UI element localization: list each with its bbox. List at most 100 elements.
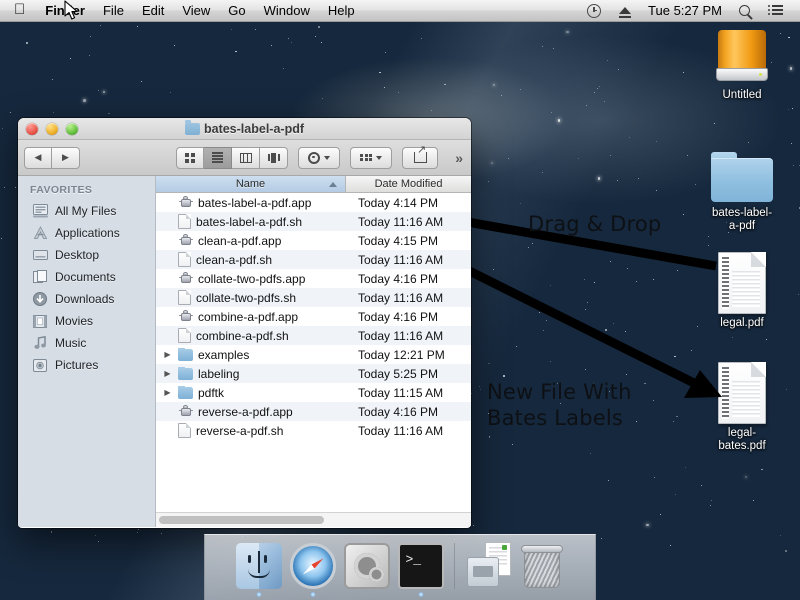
finder-title-bar[interactable]: bates-label-a-pdf (18, 118, 471, 140)
forward-button[interactable]: ▶ (52, 146, 80, 169)
dock-item-trash[interactable] (519, 543, 565, 589)
sidebar-item-downloads[interactable]: Downloads (18, 288, 155, 310)
arrange-icon (360, 153, 372, 162)
disclosure-triangle-icon[interactable]: ▶ (162, 369, 173, 378)
spotlight-search-icon[interactable] (730, 0, 759, 22)
close-button[interactable] (26, 122, 38, 135)
sidebar-item-music[interactable]: Music (18, 332, 155, 354)
shell-script-icon (178, 328, 191, 343)
share-button[interactable] (402, 145, 438, 169)
cell-name: reverse-a-pdf.sh (156, 423, 346, 438)
toolbar-overflow-button[interactable]: » (455, 150, 465, 166)
menu-item-view[interactable]: View (173, 0, 219, 22)
sidebar-item-desktop[interactable]: Desktop (18, 244, 155, 266)
table-row[interactable]: reverse-a-pdf.sh Today 11:16 AM (156, 421, 471, 440)
table-row[interactable]: bates-label-a-pdf.sh Today 11:16 AM (156, 212, 471, 231)
automator-app-icon (178, 233, 193, 248)
minimize-button[interactable] (46, 122, 58, 135)
dock-item-terminal[interactable]: >_ (397, 543, 444, 597)
file-name: reverse-a-pdf.sh (196, 423, 284, 438)
cell-name: ▶ pdftk (156, 385, 346, 400)
sidebar-item-documents[interactable]: Documents (18, 266, 155, 288)
gear-icon (308, 151, 320, 164)
table-row[interactable]: ▶ labeling Today 5:25 PM (156, 364, 471, 383)
sidebar-item-label: Music (55, 336, 87, 350)
table-row[interactable]: ▶ examples Today 12:21 PM (156, 345, 471, 364)
notification-center-icon[interactable] (759, 0, 792, 22)
disclosure-triangle-icon[interactable]: ▶ (162, 388, 173, 397)
coverflow-view-button[interactable] (260, 146, 288, 169)
dock-item-finder[interactable] (235, 543, 282, 597)
cell-name: bates-label-a-pdf.sh (156, 214, 346, 229)
action-gear-button[interactable] (298, 146, 340, 169)
window-controls (18, 122, 78, 135)
horizontal-scrollbar[interactable] (156, 512, 471, 527)
mouse-cursor (64, 0, 78, 20)
sidebar-item-all-my-files[interactable]: All My Files (18, 200, 155, 222)
table-row[interactable]: collate-two-pdfs.sh Today 11:16 AM (156, 288, 471, 307)
window-title: bates-label-a-pdf (203, 121, 304, 136)
music-icon (32, 335, 48, 351)
icon-view-button[interactable] (176, 146, 204, 169)
disclosure-triangle-icon[interactable]: ▶ (162, 350, 173, 359)
table-row[interactable]: reverse-a-pdf.app Today 4:16 PM (156, 402, 471, 421)
table-row[interactable]: collate-two-pdfs.app Today 4:16 PM (156, 269, 471, 288)
menu-item-window[interactable]: Window (255, 0, 319, 22)
desktop-icon-legal-bates-pdf[interactable]: legal- bates.pdf (692, 362, 792, 453)
finder-window[interactable]: bates-label-a-pdf ◀ ▶ ↗ » FAVORITES All … (18, 118, 471, 528)
zoom-button[interactable] (66, 122, 78, 135)
shell-script-icon (178, 214, 191, 229)
finder-toolbar: ◀ ▶ » (18, 140, 471, 176)
sidebar-item-movies[interactable]: Movies (18, 310, 155, 332)
sidebar-item-applications[interactable]: Applications (18, 222, 155, 244)
column-header-name[interactable]: Name (156, 176, 346, 192)
arrange-button[interactable] (350, 146, 392, 169)
finder-icon (235, 543, 282, 589)
dock-item-safari[interactable] (289, 543, 336, 597)
list-view-button[interactable] (204, 146, 232, 169)
sidebar-item-pictures[interactable]: Pictures (18, 354, 155, 376)
eject-icon[interactable] (610, 0, 640, 22)
column-header-date-modified[interactable]: Date Modified (346, 176, 471, 192)
cell-name: ▶ labeling (156, 366, 346, 381)
automator-app-icon (178, 271, 193, 286)
file-name: bates-label-a-pdf.app (198, 195, 312, 210)
table-row[interactable]: clean-a-pdf.app Today 4:15 PM (156, 231, 471, 250)
cell-date-modified: Today 11:16 AM (358, 252, 444, 267)
file-name: combine-a-pdf.app (198, 309, 299, 324)
view-mode-buttons (176, 146, 288, 169)
cell-name: collate-two-pdfs.sh (156, 290, 346, 305)
apple-logo-icon[interactable]:  (0, 2, 36, 17)
menu-item-go[interactable]: Go (219, 0, 254, 22)
documents-icon (32, 269, 48, 285)
back-button[interactable]: ◀ (24, 146, 52, 169)
table-row[interactable]: combine-a-pdf.sh Today 11:16 AM (156, 326, 471, 345)
chevron-down-icon (375, 155, 382, 160)
menu-item-file[interactable]: File (94, 0, 133, 22)
menu-item-edit[interactable]: Edit (133, 0, 173, 22)
desktop-icon-label: bates-label- a-pdf (711, 207, 773, 232)
table-row[interactable]: combine-a-pdf.app Today 4:16 PM (156, 307, 471, 326)
desktop-icon-bates-label-a-pdf[interactable]: bates-label- a-pdf (692, 150, 792, 233)
desktop-icon-untitled[interactable]: Untitled (692, 28, 792, 102)
table-row[interactable]: clean-a-pdf.sh Today 11:16 AM (156, 250, 471, 269)
chevron-down-icon (324, 155, 330, 160)
table-row[interactable]: ▶ pdftk Today 11:15 AM (156, 383, 471, 402)
sidebar-item-label: Movies (55, 314, 94, 328)
column-view-button[interactable] (232, 146, 260, 169)
cell-date-modified: Today 12:21 PM (358, 347, 445, 362)
coverflow-icon (267, 152, 280, 163)
time-machine-icon[interactable] (578, 0, 610, 22)
hard-drive-icon (715, 28, 769, 86)
desktop-icon-legal-pdf[interactable]: legal.pdf (692, 252, 792, 330)
folder-icon (178, 366, 193, 380)
cell-name: ▶ examples (156, 347, 346, 362)
terminal-icon: >_ (397, 543, 444, 589)
menu-bar-clock[interactable]: Tue 5:27 PM (640, 3, 730, 18)
scrollbar-thumb[interactable] (159, 516, 324, 524)
dock-item-system-preferences[interactable] (343, 543, 390, 589)
menu-item-help[interactable]: Help (319, 0, 364, 22)
folder-icon (178, 347, 193, 361)
table-row[interactable]: bates-label-a-pdf.app Today 4:14 PM (156, 193, 471, 212)
dock-item-printer[interactable] (465, 542, 511, 589)
